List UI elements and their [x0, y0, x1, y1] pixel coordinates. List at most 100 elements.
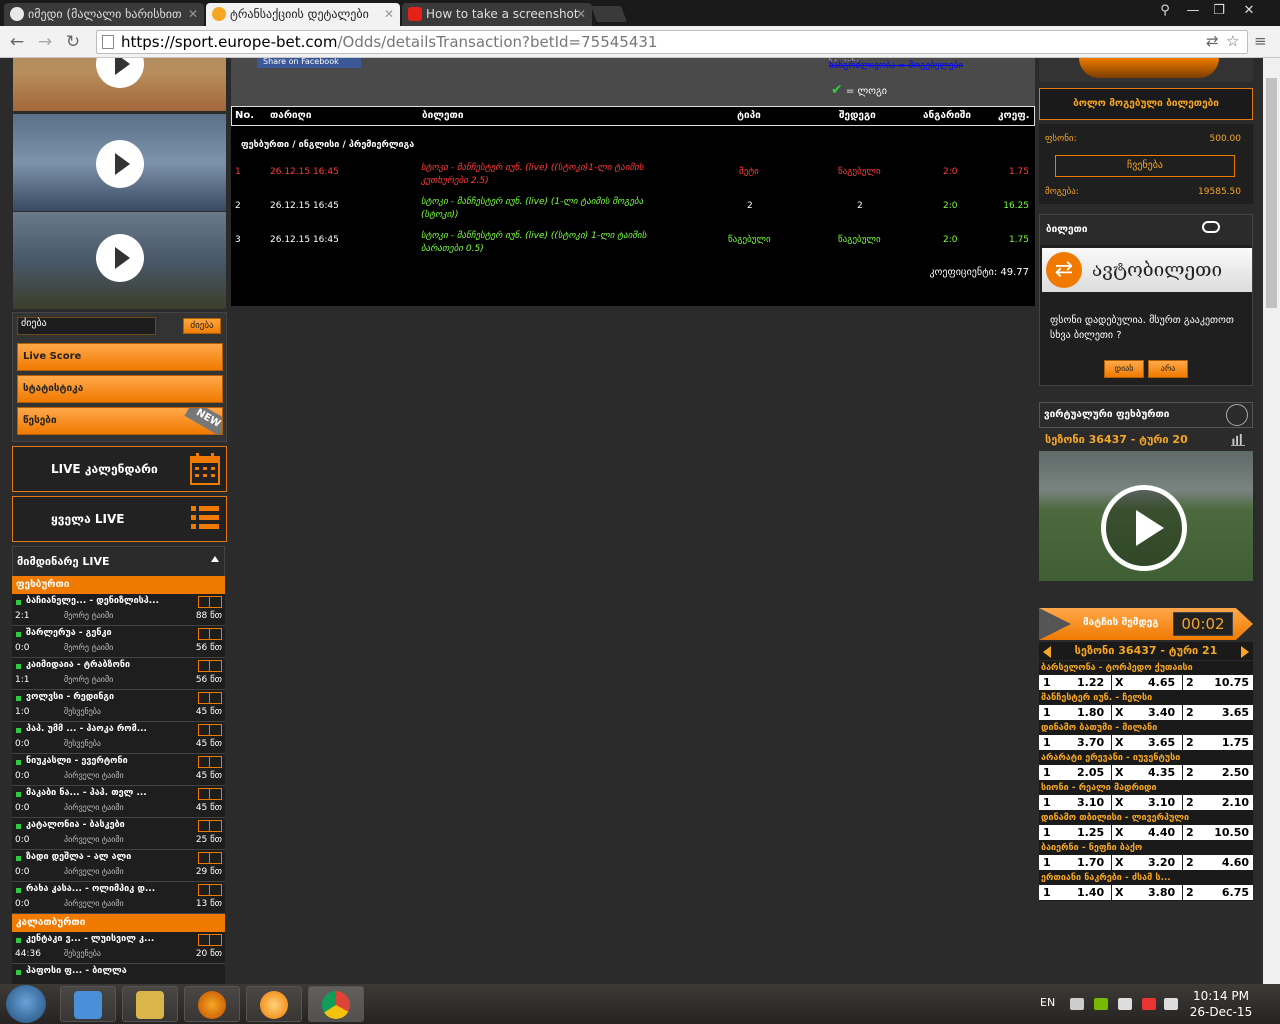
field-icon[interactable] [198, 724, 222, 736]
statistics-button[interactable]: სტატისტიკა [17, 375, 223, 403]
live-match-row[interactable]: პაფოსი ფ... - ბილლა [12, 964, 225, 984]
show-button[interactable]: ჩვენება [1055, 155, 1235, 177]
odds-draw-value[interactable]: 4.35 [1148, 766, 1175, 779]
next-round-icon[interactable] [1241, 646, 1249, 658]
field-icon[interactable] [198, 692, 222, 704]
close-tab-icon[interactable]: ✕ [576, 3, 586, 25]
field-icon[interactable] [198, 756, 222, 768]
odds-away-value[interactable]: 4.60 [1222, 856, 1249, 869]
sport-header[interactable]: ფეხბურთი [12, 576, 225, 594]
taskbar-app[interactable] [246, 986, 302, 1022]
odds-home-value[interactable]: 3.10 [1077, 796, 1104, 809]
yes-button[interactable]: დიახ [1104, 360, 1144, 378]
odds-draw-value[interactable]: 3.40 [1148, 706, 1175, 719]
no-button[interactable]: არა [1148, 360, 1188, 378]
minimize-icon[interactable]: — [1180, 2, 1206, 20]
language-indicator[interactable]: EN [1040, 996, 1055, 1009]
play-icon[interactable] [96, 140, 144, 188]
tray-expand-icon[interactable] [1070, 998, 1084, 1010]
stats-bars-icon[interactable] [1231, 434, 1245, 446]
odds-draw-value[interactable]: 4.40 [1148, 826, 1175, 839]
odds-away-value[interactable]: 10.75 [1214, 676, 1249, 689]
facebook-share-button[interactable]: Share on Facebook [257, 58, 361, 68]
field-icon[interactable] [198, 820, 222, 832]
close-tab-icon[interactable]: ✕ [384, 3, 394, 25]
auto-ticket-banner[interactable]: ⇄ ავტობილეთი [1042, 248, 1252, 292]
all-live-button[interactable]: ყველა LIVE [12, 496, 227, 542]
live-match-row[interactable]: კატალონია - ბასკები 0:0 პირველი ტაიმი 25 წთ [12, 818, 225, 850]
taskbar-explorer[interactable] [122, 986, 178, 1022]
translate-icon[interactable]: ⇄ [1206, 32, 1219, 50]
start-button[interactable] [6, 985, 46, 1023]
live-match-row[interactable]: ბაჩიანელე... - დენიზლისპ... 2:1 მეორე ტაიმ… [12, 594, 225, 626]
back-icon[interactable]: ← [6, 31, 28, 53]
taskbar-media-player[interactable] [60, 986, 116, 1022]
video-thumbnail-horse-racing[interactable] [13, 212, 226, 309]
close-window-icon[interactable]: ✕ [1236, 2, 1262, 20]
system-clock[interactable]: 10:14 PM 26-Dec-15 [1186, 988, 1256, 1020]
odds-away-value[interactable]: 10.50 [1214, 826, 1249, 839]
menu-icon[interactable]: ≡ [1254, 32, 1267, 50]
recent-winning-tickets-button[interactable]: ბოლო მოგებული ბილეთები [1039, 88, 1253, 120]
odds-away-value[interactable]: 2.10 [1222, 796, 1249, 809]
live-match-row[interactable]: შარლერუა - გენკი 0:0 მეორე ტაიმი 56 წთ [12, 626, 225, 658]
current-live-header[interactable]: მიმდინარე LIVE [12, 546, 225, 576]
odds-home-value[interactable]: 1.70 [1077, 856, 1104, 869]
field-icon[interactable] [198, 884, 222, 896]
maximize-icon[interactable]: ❐ [1206, 2, 1232, 20]
odds-home-value[interactable]: 1.25 [1077, 826, 1104, 839]
odds-away-value[interactable]: 3.65 [1222, 706, 1249, 719]
live-match-row[interactable]: ვოლვსი - რედინგი 1:0 შესვენება 45 წთ [12, 690, 225, 722]
promo-banner[interactable] [1039, 58, 1253, 82]
field-icon[interactable] [198, 596, 222, 608]
odds-home-value[interactable]: 1.80 [1077, 706, 1104, 719]
tab-imedi[interactable]: იმედი (მალალი ხარისხით ✕ [4, 3, 204, 26]
play-icon[interactable] [96, 234, 144, 282]
odds-away-value[interactable]: 2.50 [1222, 766, 1249, 779]
sport-header[interactable]: კალათბურთი [12, 914, 225, 932]
bookmark-star-icon[interactable]: ☆ [1226, 32, 1239, 50]
play-icon[interactable] [96, 58, 144, 88]
page-scrollbar[interactable] [1263, 58, 1280, 984]
live-match-row[interactable]: კაიმიდაია - ტრაბზონი 1:1 მეორე ტაიმი 56 წთ [12, 658, 225, 690]
virtual-match-video[interactable] [1039, 451, 1253, 581]
live-match-row[interactable]: რახა კასა... - ოლიმპიკ დ... 0:0 პირველი ტა… [12, 882, 225, 914]
volume-icon[interactable] [1164, 998, 1178, 1010]
scrollbar-thumb[interactable] [1266, 78, 1277, 308]
live-match-row[interactable]: მაკაბი ნა... - პაპ. თელ ... 0:0 პირველი ტა… [12, 786, 225, 818]
odds-home-value[interactable]: 2.05 [1077, 766, 1104, 779]
search-button[interactable]: ძიება [183, 318, 221, 334]
odds-draw-value[interactable]: 3.65 [1148, 736, 1175, 749]
play-icon[interactable] [1101, 485, 1187, 571]
live-score-button[interactable]: Live Score [17, 343, 223, 371]
live-match-row[interactable]: პაპ. უმმ ... - პაოკა რომ... 0:0 შესვენება 4… [12, 722, 225, 754]
taskbar-firefox[interactable] [184, 986, 240, 1022]
field-icon[interactable] [198, 788, 222, 800]
address-bar[interactable]: https://sport.europe-bet.com/Odds/detail… [96, 30, 1248, 54]
rules-button[interactable]: წესები NEW [17, 407, 223, 435]
live-match-row[interactable]: ზადი დეშლა - ალ ალი 0:0 პირველი ტაიმი 29 წთ [12, 850, 225, 882]
odds-home-value[interactable]: 1.22 [1077, 676, 1104, 689]
search-input[interactable]: ძიება [17, 317, 156, 335]
new-tab-button[interactable] [591, 6, 627, 22]
odds-draw-value[interactable]: 3.80 [1148, 886, 1175, 899]
odds-draw-value[interactable]: 3.10 [1148, 796, 1175, 809]
network-icon[interactable] [1118, 998, 1132, 1010]
prev-round-icon[interactable] [1043, 646, 1051, 658]
profile-icon[interactable]: ⚲ [1152, 2, 1178, 20]
close-tab-icon[interactable]: ✕ [188, 3, 198, 25]
live-match-row[interactable]: ნიუკასლი - ევერტონი 0:0 პირველი ტაიმი 45 წთ [12, 754, 225, 786]
tab-transaction-details[interactable]: ტრანსაქციის დეტალები ✕ [206, 3, 400, 26]
odds-draw-value[interactable]: 4.65 [1148, 676, 1175, 689]
live-match-row[interactable]: კენტაკი ვ... - ლუისვილ კ... 44:36 შესვენებ… [12, 932, 225, 964]
field-icon[interactable] [198, 660, 222, 672]
tab-how-to-screenshot[interactable]: How to take a screenshot ✕ [402, 3, 592, 26]
reload-icon[interactable]: ↻ [62, 31, 84, 53]
odds-home-value[interactable]: 1.40 [1077, 886, 1104, 899]
nvidia-icon[interactable] [1094, 998, 1108, 1010]
odds-away-value[interactable]: 6.75 [1222, 886, 1249, 899]
field-icon[interactable] [198, 628, 222, 640]
taskbar-chrome[interactable] [308, 986, 364, 1022]
video-thumbnail-tennis[interactable] [13, 58, 226, 111]
odds-home-value[interactable]: 3.70 [1077, 736, 1104, 749]
